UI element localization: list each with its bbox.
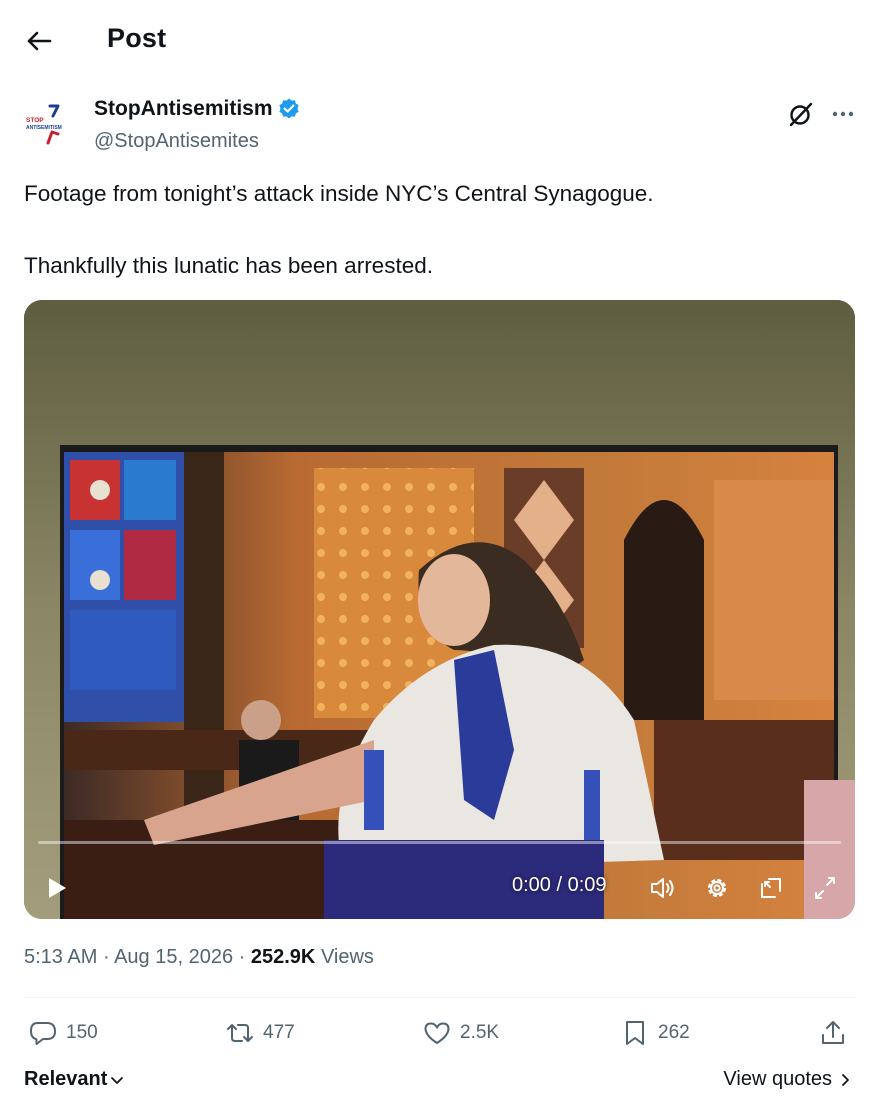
post-date[interactable]: Aug 15, 2026 (114, 946, 233, 968)
page-title: Post (107, 23, 167, 53)
repost-count: 477 (263, 1022, 295, 1043)
more-options-button[interactable] (829, 100, 857, 128)
views-count: 252.9K (250, 946, 316, 968)
post-text-line-2: Thankfully this lunatic has been arreste… (24, 253, 433, 278)
post-time[interactable]: 5:13 AM (24, 946, 97, 968)
arrow-left-icon (27, 31, 52, 51)
view-quotes-link[interactable]: View quotes (723, 1068, 854, 1091)
avatar-text-bottom: ANTISEMITISM (26, 125, 62, 131)
like-button[interactable]: 2.5K (422, 1015, 499, 1051)
video-controls: 0:00 / 0:09 (24, 300, 855, 919)
fullscreen-icon (815, 877, 835, 899)
views-label: Views (320, 946, 374, 968)
chevron-right-icon (842, 1073, 849, 1086)
more-dots-icon (832, 111, 854, 117)
bookmark-count: 262 (658, 1022, 690, 1043)
avatar-text-top: STOP (26, 117, 44, 124)
avatar[interactable]: STOP ANTISEMITISM (24, 100, 78, 148)
chevron-down-icon (111, 1076, 124, 1084)
heart-icon (424, 1022, 450, 1044)
reply-bubble-icon (30, 1022, 56, 1045)
view-quotes-label: View quotes (723, 1068, 832, 1090)
video-progress-bar[interactable] (38, 841, 841, 844)
replies-header: Relevant View quotes (24, 1068, 856, 1098)
settings-button[interactable] (702, 874, 732, 902)
volume-icon (651, 878, 674, 898)
post-meta: 5:13 AM · Aug 15, 2026 · 252.9K Views (24, 946, 374, 969)
display-name[interactable]: StopAntisemitism (94, 97, 273, 121)
top-bar: Post (0, 0, 880, 80)
meta-separator-2: · (238, 946, 246, 968)
repost-icon (227, 1024, 253, 1042)
bookmark-icon (626, 1021, 644, 1045)
settings-gear-icon (707, 878, 727, 898)
reply-count: 150 (66, 1022, 98, 1043)
meta-separator: · (102, 946, 110, 968)
share-upload-icon (822, 1021, 844, 1044)
play-icon (49, 878, 66, 898)
back-button[interactable] (22, 24, 56, 58)
stopantisemitism-logo-icon: STOP ANTISEMITISM (26, 104, 62, 145)
picture-in-picture-button[interactable] (756, 874, 786, 902)
reply-button[interactable]: 150 (28, 1015, 98, 1051)
repost-button[interactable]: 477 (225, 1015, 295, 1051)
sort-label: Relevant (24, 1068, 108, 1090)
action-bar: 150 477 2.5K 262 (24, 1015, 856, 1055)
bookmark-button[interactable]: 262 (620, 1015, 690, 1051)
user-handle[interactable]: @StopAntisemites (94, 130, 259, 153)
video-player[interactable]: 0:00 / 0:09 (24, 300, 855, 919)
sort-replies-dropdown[interactable]: Relevant (24, 1068, 125, 1091)
play-button[interactable] (44, 874, 70, 902)
grok-button[interactable] (787, 100, 815, 128)
divider (24, 997, 856, 998)
name-row: StopAntisemitism (94, 97, 301, 121)
fullscreen-button[interactable] (810, 874, 840, 902)
post-text-line-1: Footage from tonight’s attack inside NYC… (24, 181, 654, 206)
share-button[interactable] (818, 1015, 848, 1051)
like-count: 2.5K (460, 1022, 500, 1043)
volume-button[interactable] (648, 874, 678, 902)
verified-badge-icon (278, 98, 299, 119)
video-timecode: 0:00 / 0:09 (512, 874, 607, 896)
grok-icon (789, 102, 813, 127)
pip-icon (761, 878, 781, 898)
post-author: STOP ANTISEMITISM StopAntisemitism @Stop… (24, 92, 856, 154)
post-text: Footage from tonight’s attack inside NYC… (24, 178, 854, 282)
